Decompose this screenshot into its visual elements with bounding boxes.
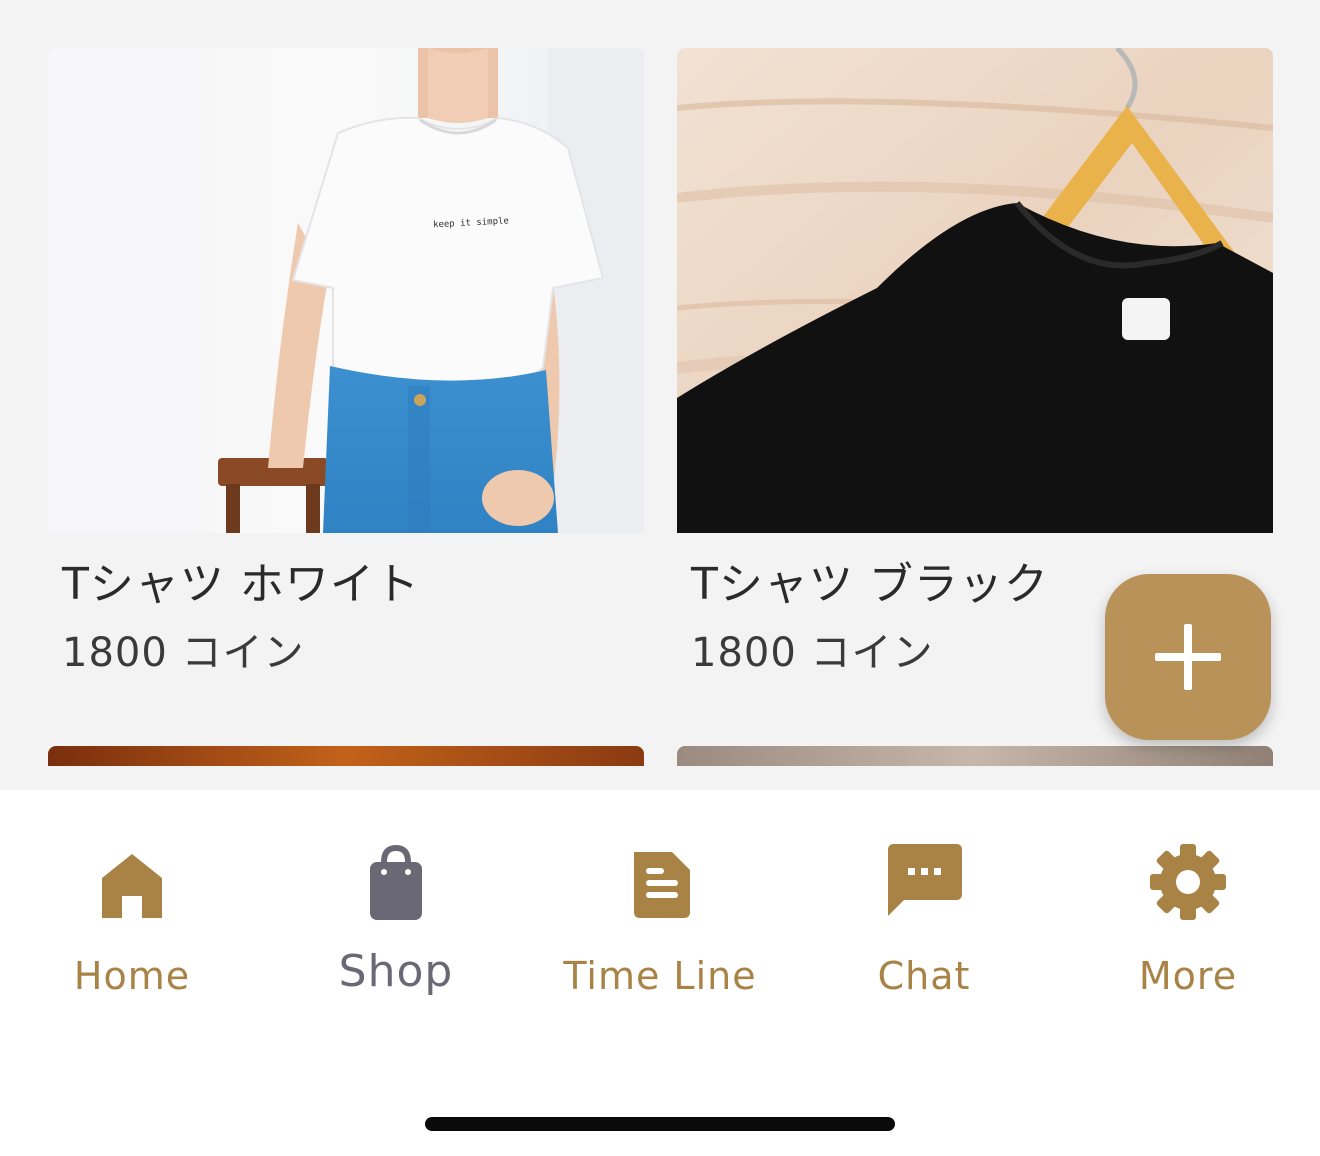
tab-home[interactable]: Home xyxy=(0,840,264,1010)
product-card[interactable]: Tシャツ ブラック 1800 コイン xyxy=(677,48,1273,676)
tab-shop[interactable]: Shop xyxy=(264,840,528,1010)
plus-icon xyxy=(1155,624,1221,690)
chat-bubble-icon xyxy=(888,844,962,916)
product-image-black-tshirt[interactable] xyxy=(677,48,1273,533)
product-image-peek[interactable] xyxy=(48,746,644,766)
bottom-tab-bar: Home Shop Time Line Chat More xyxy=(0,790,1320,1156)
gear-icon xyxy=(1150,844,1226,920)
product-grid: keep it simple Tシャツ ホワイト 1800 コイン Tシャツ ブ… xyxy=(0,0,1320,790)
tab-label: More xyxy=(1138,954,1238,998)
document-icon xyxy=(634,852,690,918)
add-button[interactable] xyxy=(1105,574,1271,740)
tab-label: Chat xyxy=(877,954,971,998)
product-image-peek[interactable] xyxy=(677,746,1273,766)
home-indicator xyxy=(425,1117,895,1131)
product-name: Tシャツ ホワイト xyxy=(62,559,420,610)
product-price: 1800 コイン xyxy=(691,630,934,676)
product-price: 1800 コイン xyxy=(62,630,305,676)
tab-label: Home xyxy=(73,954,191,998)
tab-label: Time Line xyxy=(563,954,757,998)
tab-more[interactable]: More xyxy=(1056,840,1320,1010)
tab-chat[interactable]: Chat xyxy=(792,840,1056,1010)
shop-screen: keep it simple Tシャツ ホワイト 1800 コイン Tシャツ ブ… xyxy=(0,0,1320,1156)
product-image-white-tshirt[interactable]: keep it simple xyxy=(48,48,644,533)
product-name: Tシャツ ブラック xyxy=(691,559,1049,610)
home-icon xyxy=(102,854,162,918)
product-card[interactable]: keep it simple Tシャツ ホワイト 1800 コイン xyxy=(48,48,644,676)
tab-label: Shop xyxy=(338,946,454,997)
shopping-bag-icon xyxy=(370,844,422,920)
tab-timeline[interactable]: Time Line xyxy=(528,840,792,1010)
